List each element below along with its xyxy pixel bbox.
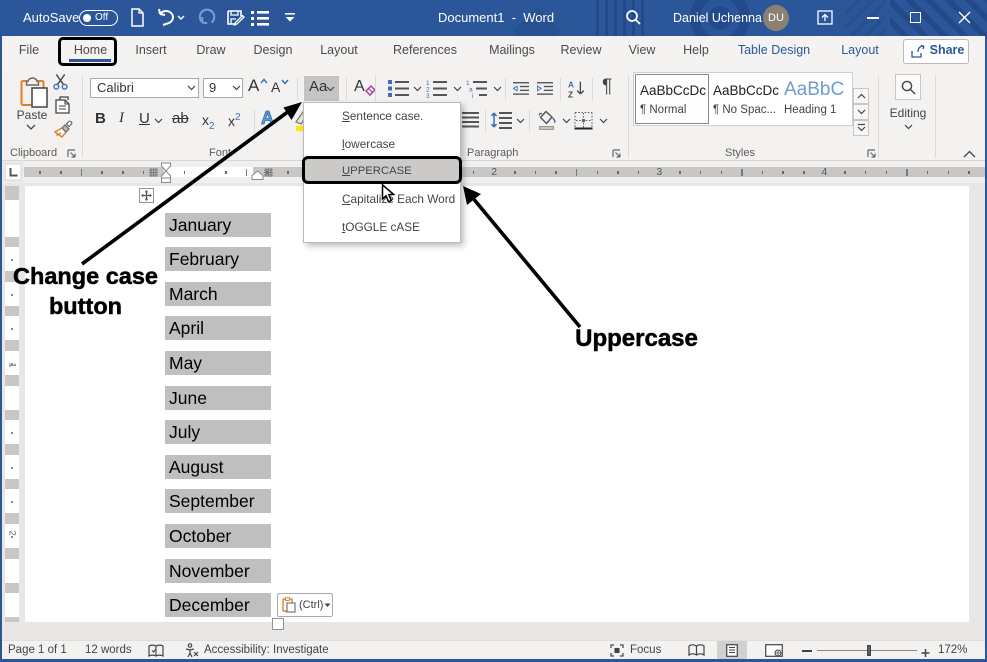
svg-text:i: i [472,93,473,98]
svg-text:Z: Z [568,90,573,99]
svg-text:3: 3 [426,93,430,98]
svg-text:A: A [568,80,574,89]
